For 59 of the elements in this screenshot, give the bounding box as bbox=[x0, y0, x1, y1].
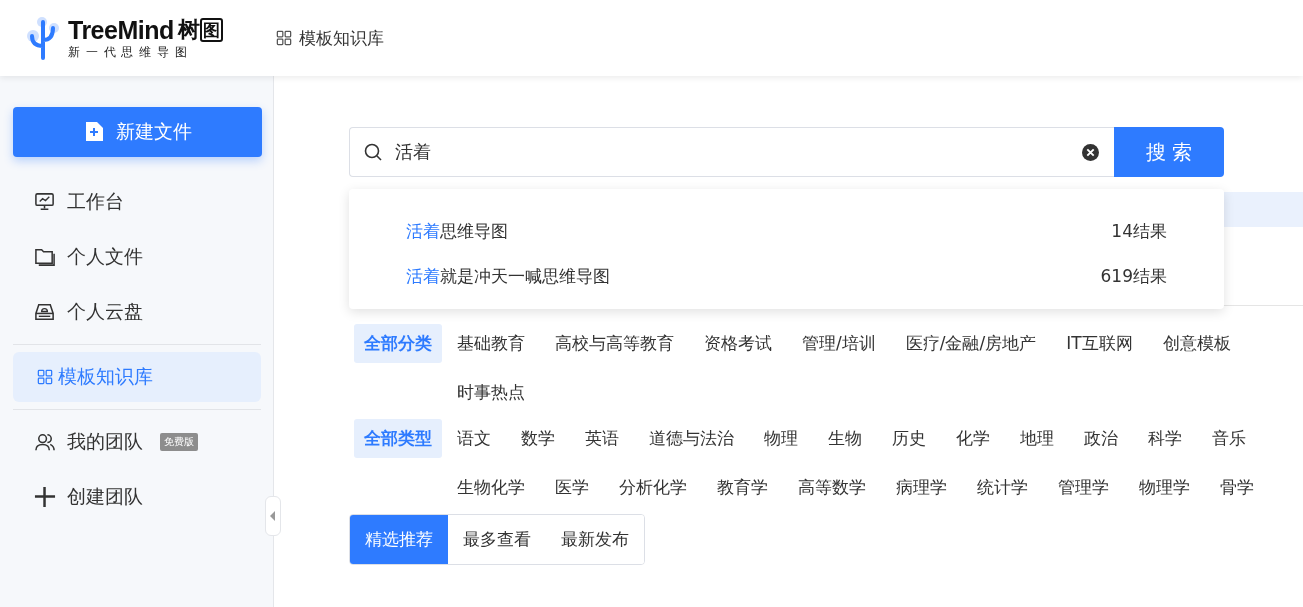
filter-option[interactable]: 政治 bbox=[1069, 427, 1133, 450]
filter-option[interactable]: 时事热点 bbox=[442, 381, 540, 404]
filter-option[interactable]: 管理/培训 bbox=[787, 332, 891, 355]
result-count: 619结果 bbox=[1100, 265, 1167, 288]
filter-option[interactable]: 医疗/金融/房地产 bbox=[890, 332, 1052, 355]
sort-tab[interactable]: 精选推荐 bbox=[350, 515, 448, 564]
filter-option[interactable]: 管理学 bbox=[1043, 476, 1124, 499]
filter-option[interactable]: 基础教育 bbox=[442, 332, 540, 355]
drive-icon bbox=[34, 301, 56, 323]
filter-option[interactable]: 化学 bbox=[941, 427, 1005, 450]
filter-option[interactable]: IT互联网 bbox=[1051, 332, 1148, 355]
filter-option[interactable]: 英语 bbox=[570, 427, 634, 450]
tree-logo-icon bbox=[24, 16, 62, 60]
filter-option[interactable]: 医学 bbox=[540, 476, 604, 499]
search-field[interactable]: 活着 bbox=[349, 127, 1114, 177]
plus-icon bbox=[34, 486, 56, 508]
template-library-link[interactable]: 模板知识库 bbox=[274, 26, 384, 50]
sidebar-item[interactable]: 个人文件 bbox=[13, 232, 261, 282]
filter-option[interactable]: 物理学 bbox=[1124, 476, 1205, 499]
plan-badge: 免费版 bbox=[160, 433, 198, 451]
clear-icon[interactable] bbox=[1082, 144, 1099, 161]
filter-option[interactable]: 高校与高等教育 bbox=[540, 332, 689, 355]
filter-option[interactable]: 物理 bbox=[749, 427, 813, 450]
filter-option[interactable]: 资格考试 bbox=[689, 332, 787, 355]
filter-option[interactable]: 道德与法治 bbox=[634, 427, 749, 450]
filter-option[interactable]: 骨学 bbox=[1205, 476, 1269, 499]
monitor-icon bbox=[34, 191, 56, 213]
folder-icon bbox=[34, 246, 56, 268]
filter-option[interactable]: 历史 bbox=[877, 427, 941, 450]
filter-option[interactable]: 科学 bbox=[1133, 427, 1197, 450]
users-icon bbox=[34, 431, 56, 453]
suggestion-item[interactable]: 活着就是冲天一喊思维导图 bbox=[406, 265, 610, 288]
grid-icon bbox=[36, 368, 54, 386]
new-file-button[interactable]: 新建文件 bbox=[13, 107, 262, 157]
filter-option[interactable]: 分析化学 bbox=[604, 476, 702, 499]
result-count: 14结果 bbox=[1111, 220, 1167, 243]
filter-option[interactable]: 语文 bbox=[442, 427, 506, 450]
collapse-handle[interactable] bbox=[265, 496, 281, 536]
filter-option[interactable]: 数学 bbox=[506, 427, 570, 450]
sidebar-item[interactable]: 我的团队 免费版 bbox=[13, 417, 261, 467]
sidebar-item[interactable]: 个人云盘 bbox=[13, 287, 261, 337]
new-file-icon bbox=[83, 121, 104, 143]
grid-icon bbox=[274, 29, 293, 47]
filter-option[interactable]: 生物 bbox=[813, 427, 877, 450]
filter-option[interactable]: 病理学 bbox=[881, 476, 962, 499]
sidebar-item[interactable]: 创建团队 bbox=[13, 472, 261, 522]
tagline: 新 一 代 思 维 导 图 bbox=[68, 43, 189, 61]
suggestion-item[interactable]: 活着思维导图 bbox=[406, 220, 508, 243]
filter-option[interactable]: 教育学 bbox=[702, 476, 783, 499]
sidebar-item[interactable]: 工作台 bbox=[13, 177, 261, 227]
brand-name: TreeMind 树 图 bbox=[68, 15, 223, 44]
filter-option[interactable]: 统计学 bbox=[962, 476, 1043, 499]
filter-option[interactable]: 创意模板 bbox=[1147, 332, 1246, 355]
filter-option[interactable]: 音乐 bbox=[1197, 427, 1261, 450]
filter-option[interactable]: 高等数学 bbox=[783, 476, 881, 499]
filter-option[interactable]: 生物化学 bbox=[442, 476, 540, 499]
search-icon bbox=[363, 142, 383, 162]
search-button[interactable]: 搜 索 bbox=[1114, 127, 1224, 177]
filter-option[interactable]: 地理 bbox=[1005, 427, 1069, 450]
